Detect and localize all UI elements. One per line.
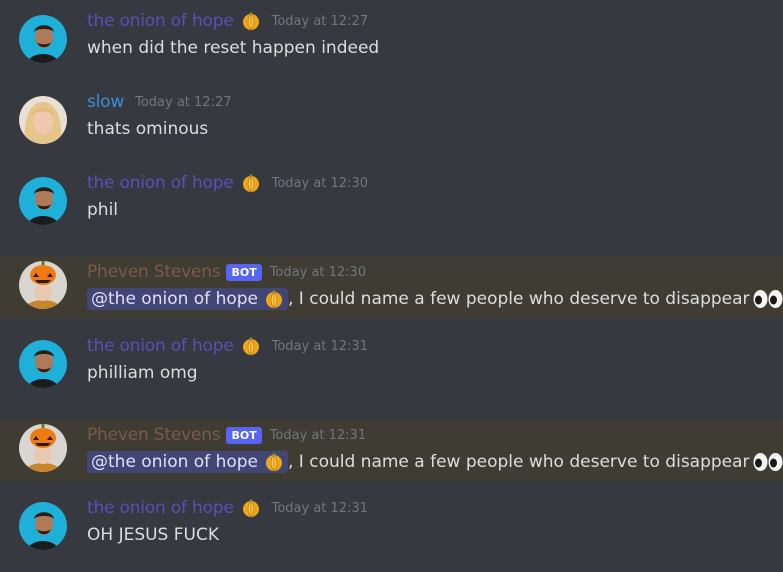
avatar[interactable] — [19, 502, 67, 550]
message-text: philliam omg — [87, 363, 198, 383]
timestamp: Today at 12:27 — [135, 94, 232, 110]
eyes-icon — [753, 452, 783, 472]
avatar[interactable] — [19, 340, 67, 388]
onion-icon — [264, 452, 284, 472]
username[interactable]: the onion of hope — [87, 336, 234, 356]
timestamp: Today at 12:31 — [271, 338, 368, 354]
username[interactable]: the onion of hope — [87, 11, 234, 31]
message-header: the onion of hope Today at 12:27 — [87, 10, 368, 32]
user-mention[interactable]: @the onion of hope — [87, 288, 288, 310]
timestamp: Today at 12:31 — [271, 500, 368, 516]
message-content: @the onion of hope , I could name a few … — [87, 450, 783, 474]
message-item[interactable]: the onion of hope Today at 12:31 OH JESU… — [0, 487, 783, 549]
avatar[interactable] — [19, 177, 67, 225]
message-header: the onion of hope Today at 12:31 — [87, 497, 368, 519]
message-text: OH JESUS FUCK — [87, 525, 219, 545]
message-item[interactable]: slow Today at 12:27 thats ominous — [0, 81, 783, 143]
message-text: phil — [87, 200, 119, 220]
user-mention[interactable]: @the onion of hope — [87, 451, 288, 473]
message-header: slow Today at 12:27 — [87, 91, 231, 113]
mention-label: @the onion of hope — [91, 452, 258, 472]
onion-icon — [241, 11, 261, 31]
message-text: , I could name a few people who deserve … — [288, 289, 750, 309]
message-text: when did the reset happen indeed — [87, 38, 380, 58]
message-item-mentioned[interactable]: Pheven Stevens BOT Today at 12:31 @the o… — [0, 419, 783, 481]
message-header: Pheven Stevens BOT Today at 12:31 — [87, 424, 366, 446]
avatar[interactable] — [19, 15, 67, 63]
username[interactable]: Pheven Stevens — [87, 425, 221, 445]
username[interactable]: Pheven Stevens — [87, 262, 221, 282]
username[interactable]: the onion of hope — [87, 498, 234, 518]
message-text: thats ominous — [87, 119, 209, 139]
eyes-icon — [753, 289, 783, 309]
timestamp: Today at 12:30 — [271, 175, 368, 191]
username[interactable]: the onion of hope — [87, 173, 234, 193]
onion-icon — [241, 336, 261, 356]
message-item[interactable]: the onion of hope Today at 12:31 phillia… — [0, 325, 783, 387]
timestamp: Today at 12:27 — [271, 13, 368, 29]
mention-label: @the onion of hope — [91, 289, 258, 309]
message-item-mentioned[interactable]: Pheven Stevens BOT Today at 12:30 @the o… — [0, 256, 783, 318]
chat-log: the onion of hope Today at 12:27 when di… — [0, 0, 783, 572]
message-text: , I could name a few people who deserve … — [288, 452, 750, 472]
onion-icon — [241, 173, 261, 193]
timestamp: Today at 12:30 — [269, 264, 367, 280]
message-header: the onion of hope Today at 12:31 — [87, 335, 368, 357]
message-content: @the onion of hope , I could name a few … — [87, 287, 783, 311]
avatar[interactable] — [19, 261, 67, 309]
bot-tag: BOT — [226, 263, 262, 281]
message-header: the onion of hope Today at 12:30 — [87, 172, 368, 194]
message-item[interactable]: the onion of hope Today at 12:27 when di… — [0, 0, 783, 62]
bot-tag: BOT — [226, 426, 262, 444]
onion-icon — [264, 289, 284, 309]
avatar[interactable] — [19, 424, 67, 472]
message-header: Pheven Stevens BOT Today at 12:30 — [87, 261, 366, 283]
message-item[interactable]: the onion of hope Today at 12:30 phil — [0, 162, 783, 224]
onion-icon — [241, 498, 261, 518]
timestamp: Today at 12:31 — [269, 427, 367, 443]
avatar[interactable] — [19, 96, 67, 144]
username[interactable]: slow — [87, 92, 124, 112]
